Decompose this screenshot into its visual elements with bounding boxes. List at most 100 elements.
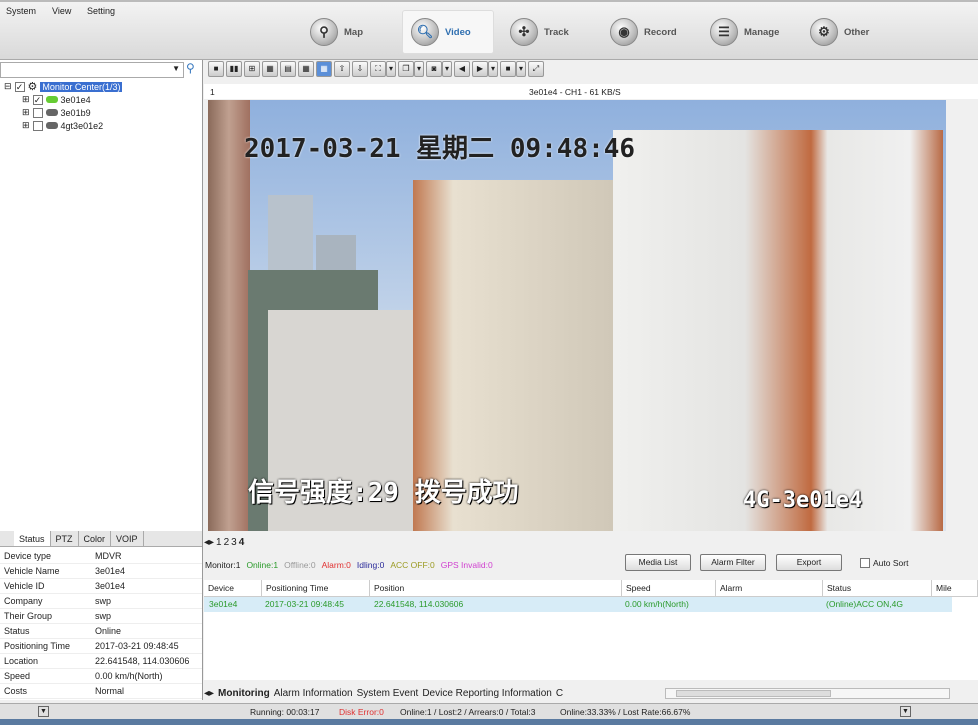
tree-root[interactable]: ⊟ ✓ ⚙ Monitor Center(1/3) [4,80,123,93]
table-row[interactable]: 3e01e4 2017-03-21 09:48:45 22.641548, 11… [204,597,952,612]
search-icon: 🔍︎ [411,18,439,46]
expand-icon[interactable]: ⊞ [22,107,30,118]
checkbox[interactable]: ✓ [14,81,25,92]
menu-view[interactable]: View [52,6,71,16]
layout-16-icon[interactable]: ▦ [316,61,332,77]
camera-icon[interactable]: ◙ [426,61,442,77]
screen-tab-active[interactable]: 4 [239,537,245,551]
screen-tab[interactable]: 1 [216,537,222,551]
col-speed[interactable]: Speed [622,580,716,597]
prev-arrow-icon[interactable]: ◂▸ [204,537,214,551]
cell-speed: 0.00 km/h(North) [625,599,689,609]
auto-sort-checkbox[interactable]: Auto Sort [860,558,908,568]
property-value: Online [95,626,122,636]
property-label: Location [4,656,39,666]
col-status[interactable]: Status [823,580,932,597]
dropdown-icon[interactable]: ▾ [516,61,526,77]
layout-4-icon[interactable]: ⊞ [244,61,260,77]
cell-time: 2017-03-21 09:48:45 [265,599,344,609]
nav-label: Video [445,26,471,38]
gear-icon: ⚙ [27,81,38,93]
status-running: Running: 00:03:17 [250,707,320,717]
col-position[interactable]: Position [370,580,622,597]
status-rates: Online:33.33% / Lost Rate:66.67% [560,707,691,717]
tab-alarm-information[interactable]: Alarm Information [274,688,353,699]
expand-icon[interactable]: ⤢ [528,61,544,77]
osd-timestamp: 2017-03-21 星期二 09:48:46 [244,134,636,164]
property-row: Company swp [0,594,202,609]
tree-device[interactable]: ⊞ ✓ 3e01e4 [22,93,91,106]
screen-tab[interactable]: 3 [231,537,237,551]
dropdown-icon[interactable]: ▾ [442,61,452,77]
chevron-down-icon[interactable]: ▼ [172,64,180,73]
nav-track[interactable]: ✣ Track [502,10,594,54]
collapse-icon[interactable]: ⊟ [4,81,12,92]
col-device[interactable]: Device [204,580,262,597]
col-positioning-time[interactable]: Positioning Time [262,580,370,597]
checkbox[interactable] [32,120,43,131]
alarm-filter-button[interactable]: Alarm Filter [700,554,766,571]
property-row: Vehicle Name 3e01e4 [0,564,202,579]
upload-icon[interactable]: ⇧ [334,61,350,77]
nav-other[interactable]: ⚙ Other [802,10,894,54]
layout-8-icon[interactable]: ▤ [280,61,296,77]
expand-icon[interactable]: ⊞ [22,94,30,105]
status-bar: ▼ Running: 00:03:17 Disk Error:0 Online:… [0,703,978,719]
property-row: Speed 0.00 km/h(North) [0,669,202,684]
export-button[interactable]: Export [776,554,842,571]
checkbox[interactable]: ✓ [32,94,43,105]
nav-record[interactable]: ◉ Record [602,10,694,54]
header: System View Setting ⚲ Map 🔍︎ Video ✣ Track … [0,0,978,60]
menu-system[interactable]: System [6,6,36,16]
property-label: Company [4,596,43,606]
device-search-input[interactable]: ▼ [0,62,184,78]
scrollbar-thumb[interactable] [676,690,831,697]
tab-device-reporting[interactable]: Device Reporting Information [422,688,552,699]
checkbox[interactable] [860,558,870,568]
tree-device[interactable]: ⊞ 4gt3e01e2 [22,119,103,132]
tab-color[interactable]: Color [79,531,112,546]
play-icon[interactable]: ▶ [472,61,488,77]
property-row: Device type MDVR [0,549,202,564]
horizontal-scrollbar[interactable] [665,688,950,699]
layout-6-icon[interactable]: ▦ [262,61,278,77]
tab-system-event[interactable]: System Event [357,688,419,699]
checkbox[interactable] [32,107,43,118]
tree-device[interactable]: ⊞ 3e01b9 [22,106,91,119]
stop-icon[interactable]: ■ [500,61,516,77]
fullscreen-icon[interactable]: ⛶ [370,61,386,77]
tab-status[interactable]: Status [14,531,51,546]
video-toolbar: ■ ▮▮ ⊞ ▦ ▤ ▦ ▦ ⇧ ⇩ ⛶ ▾ ❐ ▾ ◙ ▾ ◀ ▶ ▾ ■ ▾ ⤢ [208,61,978,79]
sound-icon[interactable]: ◀ [454,61,470,77]
nav-map[interactable]: ⚲ Map [302,10,394,54]
dropdown-icon[interactable]: ▾ [488,61,498,77]
osd-device-name: 4G-3e01e4 [743,488,863,513]
window-icon[interactable]: ❐ [398,61,414,77]
collapse-left-icon[interactable]: ▼ [38,706,49,717]
expand-icon[interactable]: ⊞ [22,120,30,131]
layout-2-icon[interactable]: ▮▮ [226,61,242,77]
vehicle-online-icon [45,96,58,103]
video-stream[interactable]: 2017-03-21 星期二 09:48:46 信号强度:29 拨号成功 4G-… [208,100,946,531]
dropdown-icon[interactable]: ▾ [386,61,396,77]
layout-1-icon[interactable]: ■ [208,61,224,77]
screen-tab[interactable]: 2 [224,537,230,551]
tab-more[interactable]: C [556,688,563,699]
search-icon[interactable]: ⚲ [186,61,195,75]
nav-manage[interactable]: ☰ Manage [702,10,794,54]
gear-icon: ⚙ [810,18,838,46]
layout-9-icon[interactable]: ▦ [298,61,314,77]
tab-monitoring[interactable]: Monitoring [218,688,270,699]
property-label: Device type [4,551,52,561]
tab-ptz[interactable]: PTZ [51,531,79,546]
menu-setting[interactable]: Setting [87,6,115,16]
collapse-right-icon[interactable]: ▼ [900,706,911,717]
download-icon[interactable]: ⇩ [352,61,368,77]
nav-video[interactable]: 🔍︎ Video [402,10,494,54]
tab-scroll-arrows[interactable]: ◂▸ [204,688,214,699]
col-mile[interactable]: Mile [932,580,978,597]
tab-voip[interactable]: VOIP [111,531,144,546]
col-alarm[interactable]: Alarm [716,580,823,597]
dropdown-icon[interactable]: ▾ [414,61,424,77]
media-list-button[interactable]: Media List [625,554,691,571]
